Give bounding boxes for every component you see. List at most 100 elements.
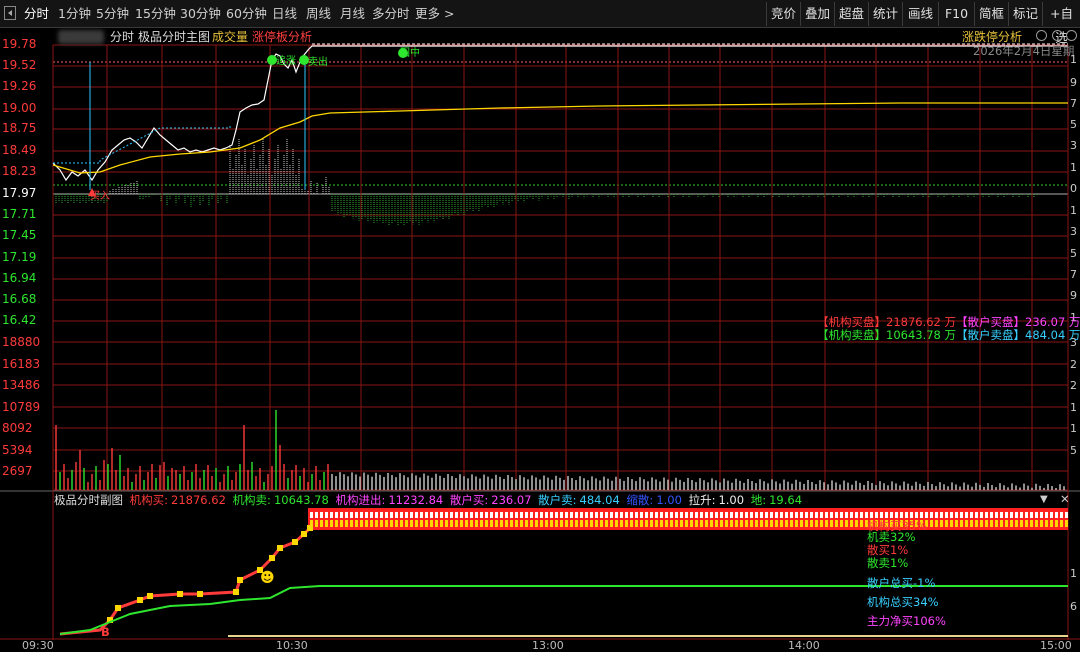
volume-tick-label: 2697 — [2, 464, 33, 478]
retail-sell-value: 484.04 — [579, 493, 620, 507]
band-tick — [835, 512, 838, 518]
band-tick — [705, 520, 708, 527]
limit-analysis-label[interactable]: 涨停板分析 — [252, 28, 312, 46]
band-tick — [650, 520, 653, 527]
band-tick — [965, 520, 968, 527]
band-tick — [915, 512, 918, 518]
percent-tick-label: 5 — [1070, 118, 1077, 131]
band-tick — [745, 520, 748, 527]
band-tick — [725, 520, 728, 527]
band-tick — [525, 512, 528, 518]
band-tick — [590, 520, 593, 527]
inst-sell-label: 机构卖: — [232, 493, 271, 507]
inst-sell-legend-value: 10643.78 万 — [886, 328, 957, 342]
band-tick — [835, 520, 838, 527]
band-tick — [880, 512, 883, 518]
dropdown-arrow-icon[interactable]: ▼ — [1040, 494, 1048, 506]
band-tick — [970, 512, 973, 518]
band-tick — [585, 520, 588, 527]
time-label: 15:00 — [1040, 639, 1072, 652]
band-tick — [970, 520, 973, 527]
settings-icon[interactable] — [1036, 30, 1047, 41]
band-tick — [825, 520, 828, 527]
main-indicator-label[interactable]: 极品分时主图 — [138, 28, 210, 46]
sub-chart-header: 极品分时副图 机构买: 21876.62 机构卖: 10643.78 机构进出: 11… — [54, 492, 805, 508]
band-tick — [635, 512, 638, 518]
volume-right-label: 1 — [1070, 401, 1077, 414]
band-tick — [680, 520, 683, 527]
band-tick — [415, 520, 418, 527]
band-tick — [550, 520, 553, 527]
band-tick — [600, 520, 603, 527]
band-tick — [795, 520, 798, 527]
percent-tick-label: 1 — [1070, 204, 1077, 217]
band-tick — [715, 512, 718, 518]
time-label: 09:30 — [22, 639, 54, 652]
band-tick — [665, 520, 668, 527]
band-tick — [975, 520, 978, 527]
band-tick — [840, 512, 843, 518]
band-tick — [960, 512, 963, 518]
band-tick — [1055, 520, 1058, 527]
inst-buy-marker — [292, 539, 298, 545]
band-tick — [550, 512, 553, 518]
band-tick — [480, 512, 483, 518]
zoom-out-icon[interactable] — [1066, 30, 1077, 41]
return-marker: 回中 — [400, 48, 420, 59]
band-tick — [420, 520, 423, 527]
band-tick — [935, 520, 938, 527]
close-icon[interactable]: ✕ — [1060, 493, 1070, 505]
stock-name-blurred — [58, 30, 104, 44]
band-tick — [715, 520, 718, 527]
band-tick — [760, 520, 763, 527]
band-tick — [910, 512, 913, 518]
band-tick — [360, 520, 363, 527]
band-tick — [800, 520, 803, 527]
price-tick-label: 16.42 — [2, 313, 37, 327]
band-tick — [640, 520, 643, 527]
price-tick-label: 17.71 — [2, 207, 37, 221]
band-tick — [745, 512, 748, 518]
zoom-in-icon[interactable] — [1052, 30, 1063, 41]
inst-buy-marker — [233, 589, 239, 595]
band-tick — [335, 520, 338, 527]
band-tick — [625, 512, 628, 518]
band-tick — [320, 520, 323, 527]
band-tick — [585, 512, 588, 518]
band-tick — [410, 520, 413, 527]
inst-buy-marker — [269, 555, 275, 561]
sub-legend-item: 主力净买106% — [867, 614, 946, 628]
price-tick-label: 19.26 — [2, 79, 37, 93]
band-tick — [1025, 512, 1028, 518]
percent-tick-label: 0 — [1070, 182, 1077, 195]
band-tick — [365, 512, 368, 518]
band-tick — [310, 512, 313, 518]
inst-buy-marker — [147, 593, 153, 599]
band-tick — [595, 520, 598, 527]
band-tick — [475, 520, 478, 527]
band-tick — [650, 512, 653, 518]
band-tick — [930, 520, 933, 527]
band-tick — [485, 512, 488, 518]
band-tick — [875, 512, 878, 518]
band-tick — [450, 512, 453, 518]
band-tick — [940, 512, 943, 518]
band-tick — [400, 512, 403, 518]
band-tick — [960, 520, 963, 527]
pull-label: 拉升: — [688, 493, 716, 507]
volume-label[interactable]: 成交量 — [212, 28, 248, 46]
band-tick — [1040, 512, 1043, 518]
band-tick — [845, 512, 848, 518]
band-tick — [760, 512, 763, 518]
band-tick — [800, 512, 803, 518]
band-tick — [1020, 520, 1023, 527]
retail-buy-label: 散户买: — [449, 493, 489, 507]
inst-buy-legend-label: 【机构买盘】 — [817, 315, 886, 329]
band-tick — [790, 512, 793, 518]
reference-line — [53, 125, 231, 164]
band-tick — [955, 520, 958, 527]
band-tick — [820, 512, 823, 518]
band-tick — [740, 512, 743, 518]
band-tick — [520, 512, 523, 518]
band-tick — [360, 512, 363, 518]
